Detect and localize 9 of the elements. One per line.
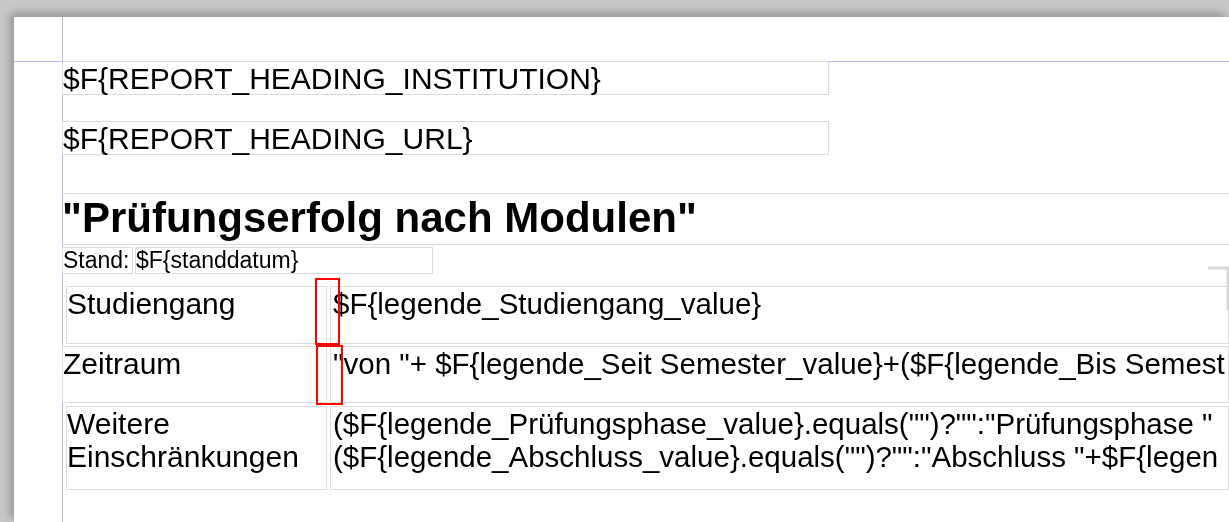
report-title[interactable]: "Prüfungserfolg nach Modulen" [62, 193, 1229, 245]
text-field[interactable]: $F{REPORT_HEADING_URL} [62, 121, 829, 155]
legend-label[interactable]: Zeitraum [62, 346, 327, 403]
legend-label[interactable]: Weitere Einschränkungen [66, 406, 327, 490]
stand-label[interactable]: Stand: [62, 247, 133, 274]
legend-label[interactable]: Studiengang [66, 286, 327, 344]
text-field[interactable]: $F{REPORT_HEADING_INSTITUTION} [62, 61, 829, 95]
date-field[interactable]: $F{standdatum} [135, 247, 433, 274]
expression-field[interactable]: ($F{legende_Prüfungsphase_value}.equals("")?"":"Prüfungsphase " ($F{legende_Abschluss_value}.equals("")?"":"Abschluss "+$F{legen [330, 406, 1229, 490]
